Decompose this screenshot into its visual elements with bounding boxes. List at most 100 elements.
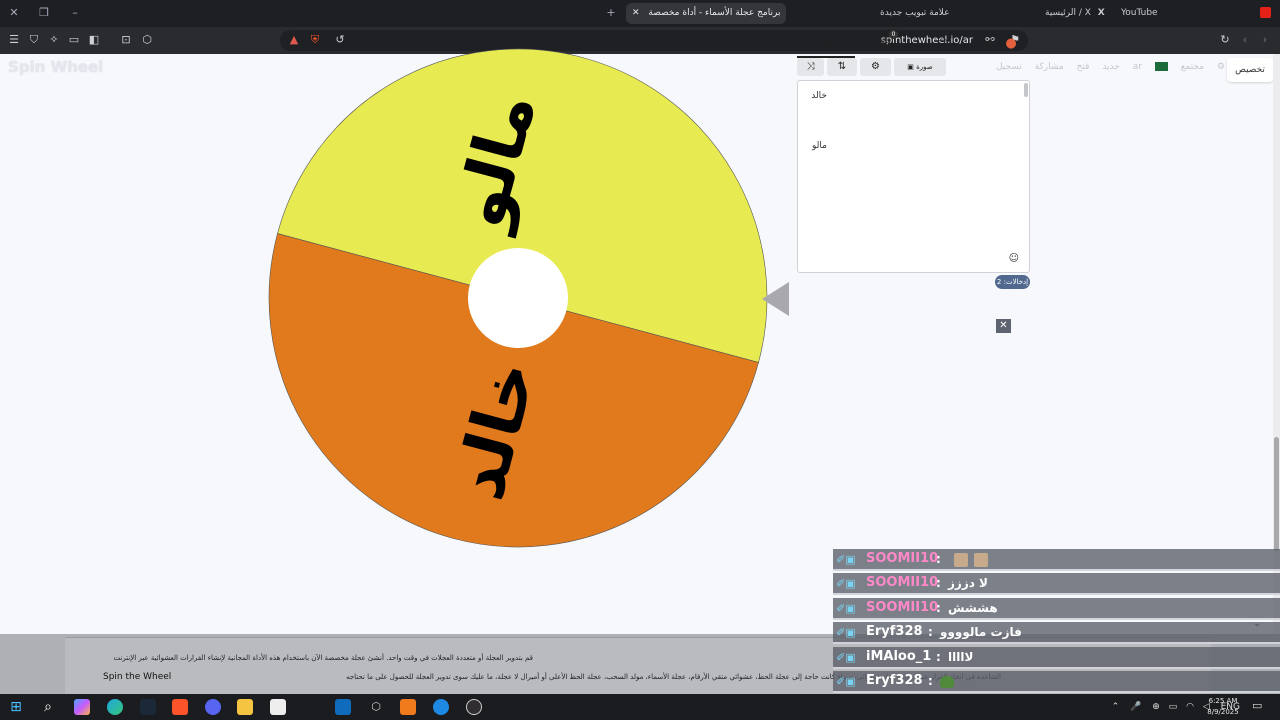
emoji-icon[interactable]: ☺ bbox=[1009, 253, 1019, 264]
plus-icon[interactable]: + bbox=[981, 34, 1001, 54]
menu-item-open[interactable]: فتح bbox=[1077, 62, 1090, 72]
chat-separator: : bbox=[936, 600, 941, 615]
chat-username[interactable]: SOOMII10 bbox=[866, 600, 938, 615]
spin-wheel[interactable]: مالو خالد bbox=[268, 48, 768, 548]
chat-username[interactable]: Eryf328 bbox=[866, 673, 923, 688]
saudi-flag-icon bbox=[1154, 62, 1168, 71]
notifications-icon[interactable]: ▭ bbox=[1252, 699, 1262, 712]
chat-separator: : bbox=[928, 674, 933, 688]
settings-icon[interactable]: ⚙ bbox=[860, 58, 891, 76]
extensions-icon[interactable]: ✧ bbox=[46, 32, 62, 48]
wheel-center-hub[interactable] bbox=[468, 248, 568, 348]
settings-app-icon[interactable]: ⬡ bbox=[368, 699, 384, 715]
battery-icon[interactable]: ▭ bbox=[1169, 702, 1178, 712]
gear-icon[interactable]: ⚙ bbox=[1217, 62, 1225, 72]
results-count-badge: 0 bbox=[889, 30, 898, 39]
page-scrollbar[interactable] bbox=[1273, 54, 1280, 634]
copilot-icon[interactable] bbox=[74, 699, 90, 715]
editor-toolbar: ▣ صورة ⚙ ⇅ ⤨ bbox=[797, 58, 1029, 78]
store-icon[interactable] bbox=[270, 699, 286, 715]
brave-rewards-icon[interactable]: ▲ bbox=[286, 32, 302, 48]
system-clock[interactable]: 6:25 AM 8/9/2025 bbox=[1203, 696, 1243, 718]
page-scrollbar-thumb[interactable] bbox=[1274, 437, 1279, 551]
sidebar-icon[interactable]: ◧ bbox=[86, 32, 102, 48]
hide-icon[interactable]: ◌ bbox=[933, 34, 953, 54]
windows-start-icon[interactable]: ⊞ bbox=[8, 699, 24, 715]
reload-page-icon[interactable]: ↺ bbox=[332, 32, 348, 48]
bluetooth-app-icon[interactable] bbox=[433, 699, 449, 715]
entries-textarea[interactable]: خالد مالو ☺ bbox=[797, 80, 1030, 273]
customize-button[interactable]: تخصيص bbox=[1227, 58, 1273, 82]
screenshot-icon[interactable]: ⊡ bbox=[118, 32, 134, 48]
wifi-icon[interactable]: ◠ bbox=[1186, 702, 1194, 712]
chat-message: ✐▣ Eryf328: bbox=[833, 671, 1280, 693]
tab-spin-wheel[interactable]: ✕ برنامج عجلة الأسماء - أداة مخصصة bbox=[626, 3, 786, 24]
pencil-icon[interactable]: ✎ bbox=[816, 34, 836, 54]
tab-new-tab[interactable]: علامة تبويب جديدة bbox=[880, 3, 1030, 24]
menu-item-new[interactable]: جديد bbox=[1102, 62, 1120, 72]
tab-close-icon[interactable]: ✕ bbox=[632, 8, 640, 18]
results-icon[interactable]: ▤ 0 bbox=[875, 30, 898, 54]
clock-time: 6:25 AM bbox=[1208, 697, 1238, 705]
chat-username[interactable]: iMAloo_1 bbox=[866, 649, 931, 664]
site-logo[interactable]: Spin Wheel bbox=[8, 58, 103, 76]
network-icon[interactable]: ⊕ bbox=[1152, 702, 1160, 712]
brave-icon[interactable] bbox=[172, 699, 188, 715]
shield-icon[interactable]: ⛉ bbox=[26, 32, 42, 48]
add-image-button[interactable]: ▣ صورة bbox=[894, 58, 946, 76]
chat-badge-icon: ✐▣ bbox=[836, 650, 856, 664]
window-restore-button[interactable]: ❐ bbox=[35, 4, 53, 22]
close-ad-icon[interactable]: ✕ bbox=[996, 319, 1011, 333]
tab-youtube[interactable]: YouTube bbox=[1115, 3, 1280, 24]
chat-message-text: هششش bbox=[948, 600, 998, 615]
footer-brand: Spin the Wheel bbox=[103, 672, 172, 682]
footer-text-line-1: قم بتدوير العجلة أو متعددة العجلات في وق… bbox=[113, 654, 533, 662]
shuffle-icon[interactable]: ⤨ bbox=[797, 58, 824, 76]
steam-icon[interactable] bbox=[140, 699, 156, 715]
brave-shield-icon[interactable]: ⛨ bbox=[307, 32, 323, 48]
chat-emotes bbox=[948, 552, 988, 567]
app-a-icon[interactable] bbox=[400, 699, 416, 715]
wallet-icon[interactable]: ⬡ bbox=[139, 32, 155, 48]
chat-emote-icon bbox=[974, 552, 988, 567]
sort-icon[interactable]: ⇅ bbox=[827, 58, 857, 76]
menu-item-community[interactable]: مجتمع bbox=[1181, 62, 1204, 72]
entries-scrollbar[interactable] bbox=[1024, 83, 1028, 97]
window-close-button[interactable]: ✕ bbox=[5, 4, 23, 22]
entry-item: خالد bbox=[811, 91, 827, 101]
reload-icon[interactable]: ↻ bbox=[1217, 32, 1233, 48]
edge-icon[interactable] bbox=[107, 699, 123, 715]
chat-emotes bbox=[940, 674, 954, 688]
window-minimize-button[interactable]: – bbox=[66, 4, 84, 22]
obs-icon[interactable] bbox=[466, 699, 482, 715]
chat-badge-icon: ✐▣ bbox=[836, 626, 856, 640]
chat-badge-icon: ✐▣ bbox=[836, 553, 856, 566]
chat-username[interactable]: Eryf328 bbox=[866, 624, 923, 639]
tabs-icon[interactable]: ▭ bbox=[66, 32, 82, 48]
windows-taskbar: ⊞ ⌕ ⬡ ⌃ 🎤 ⊕ ▭ ◠ ◁ ENG 6:25 AM 8/9/2025 ▭ bbox=[0, 694, 1280, 720]
x-logo-icon: X bbox=[1097, 8, 1105, 18]
microphone-icon[interactable]: 🎤 bbox=[1130, 702, 1141, 712]
palette-icon[interactable]: ● bbox=[1001, 34, 1021, 54]
tray-expand-icon[interactable]: ⌃ bbox=[1112, 702, 1120, 712]
chat-message: ✐▣ SOOMII10: لا دززز bbox=[833, 573, 1280, 596]
wheel-pointer bbox=[762, 282, 789, 316]
outlook-icon[interactable] bbox=[335, 699, 351, 715]
chat-badge-icon: ✐▣ bbox=[836, 675, 856, 688]
chat-username[interactable]: SOOMII10 bbox=[866, 575, 938, 590]
menu-item-language[interactable]: ar bbox=[1133, 62, 1142, 72]
chat-message-text: لااااا bbox=[948, 649, 974, 664]
menu-icon[interactable]: ☰ bbox=[6, 32, 22, 48]
chat-username[interactable]: SOOMII10 bbox=[866, 551, 938, 566]
clock-date: 8/9/2025 bbox=[1207, 708, 1239, 716]
entry-item: مالو bbox=[812, 141, 827, 151]
entries-count-badge: إدخالات: 2 bbox=[995, 275, 1030, 289]
discord-icon[interactable] bbox=[205, 699, 221, 715]
forward-icon[interactable]: › bbox=[1257, 32, 1273, 48]
menu-item-share[interactable]: مشاركة bbox=[1035, 62, 1064, 72]
back-icon[interactable]: ‹ bbox=[1237, 32, 1253, 48]
tab-x-home[interactable]: الرئيسية / X X bbox=[1045, 3, 1113, 24]
file-explorer-icon[interactable] bbox=[237, 699, 253, 715]
new-tab-button[interactable]: + bbox=[602, 4, 620, 22]
search-icon[interactable]: ⌕ bbox=[40, 699, 56, 715]
